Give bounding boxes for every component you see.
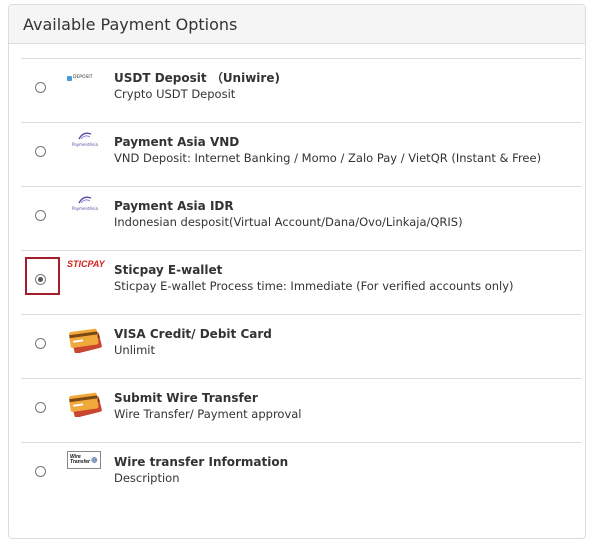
credit-card-logo — [67, 327, 105, 354]
option-description: VND Deposit: Internet Banking / Momo / Z… — [114, 151, 542, 165]
usdt-logo-text: DEPOSIT — [73, 74, 93, 80]
radio-usdt[interactable] — [35, 82, 46, 93]
wire-transfer-logo: Wire Transfer — [67, 451, 101, 469]
payment-asia-swoosh-icon — [78, 132, 92, 140]
option-description: Crypto USDT Deposit — [114, 87, 236, 101]
payment-option-sticpay[interactable]: STICPAY Sticpay E-wallet Sticpay E-walle… — [21, 250, 581, 314]
globe-icon — [91, 457, 98, 463]
payment-asia-logo-text: PaymentAsia — [72, 142, 98, 147]
payment-option-visa-card[interactable]: VISA Credit/ Debit Card Unlimit — [21, 314, 581, 378]
usdt-logo-mark — [67, 75, 72, 81]
radio-payment-asia-idr[interactable] — [35, 210, 46, 221]
radio-sticpay[interactable] — [35, 274, 46, 285]
option-title: Payment Asia IDR — [114, 199, 234, 213]
option-description: Indonesian desposit(Virtual Account/Dana… — [114, 215, 463, 229]
option-title: Submit Wire Transfer — [114, 391, 258, 405]
credit-card-logo — [67, 391, 105, 418]
option-title: Payment Asia VND — [114, 135, 240, 149]
option-title: Sticpay E-wallet — [114, 263, 223, 277]
payment-options-panel: Available Payment Options DEPOSIT USDT D… — [8, 4, 586, 539]
payment-option-payment-asia-vnd[interactable]: PaymentAsia Payment Asia VND VND Deposit… — [21, 122, 581, 186]
wire-transfer-logo-text: Wire Transfer — [70, 454, 90, 465]
credit-cards-icon — [69, 328, 102, 354]
option-title: USDT Deposit （Uniwire) — [114, 71, 280, 85]
payment-option-submit-wire-transfer[interactable]: Submit Wire Transfer Wire Transfer/ Paym… — [21, 378, 581, 442]
radio-submit-wire-transfer[interactable] — [35, 402, 46, 413]
payment-option-payment-asia-idr[interactable]: PaymentAsia Payment Asia IDR Indonesian … — [21, 186, 581, 250]
payment-asia-logo: PaymentAsia — [67, 131, 103, 153]
radio-wire-transfer-info[interactable] — [35, 466, 46, 477]
payment-asia-logo-text: PaymentAsia — [72, 206, 98, 211]
usdt-deposit-logo: DEPOSIT — [67, 67, 103, 89]
payment-options-list: DEPOSIT USDT Deposit （Uniwire) Crypto US… — [21, 58, 581, 506]
payment-option-wire-transfer-info[interactable]: Wire Transfer Wire transfer Information … — [21, 442, 581, 506]
sticpay-logo: STICPAY — [67, 259, 105, 269]
option-title: Wire transfer Information — [114, 455, 289, 469]
option-description: Description — [114, 471, 180, 485]
panel-header: Available Payment Options — [9, 5, 585, 44]
radio-payment-asia-vnd[interactable] — [35, 146, 46, 157]
option-description: Sticpay E-wallet Process time: Immediate… — [114, 279, 514, 293]
option-description: Unlimit — [114, 343, 156, 357]
radio-visa-card[interactable] — [35, 338, 46, 349]
option-description: Wire Transfer/ Payment approval — [114, 407, 302, 421]
payment-asia-swoosh-icon — [78, 196, 92, 204]
panel-title: Available Payment Options — [23, 14, 238, 34]
credit-cards-icon — [69, 392, 102, 418]
option-title: VISA Credit/ Debit Card — [114, 327, 272, 341]
payment-asia-logo: PaymentAsia — [67, 195, 103, 217]
payment-option-usdt[interactable]: DEPOSIT USDT Deposit （Uniwire) Crypto US… — [21, 58, 581, 122]
